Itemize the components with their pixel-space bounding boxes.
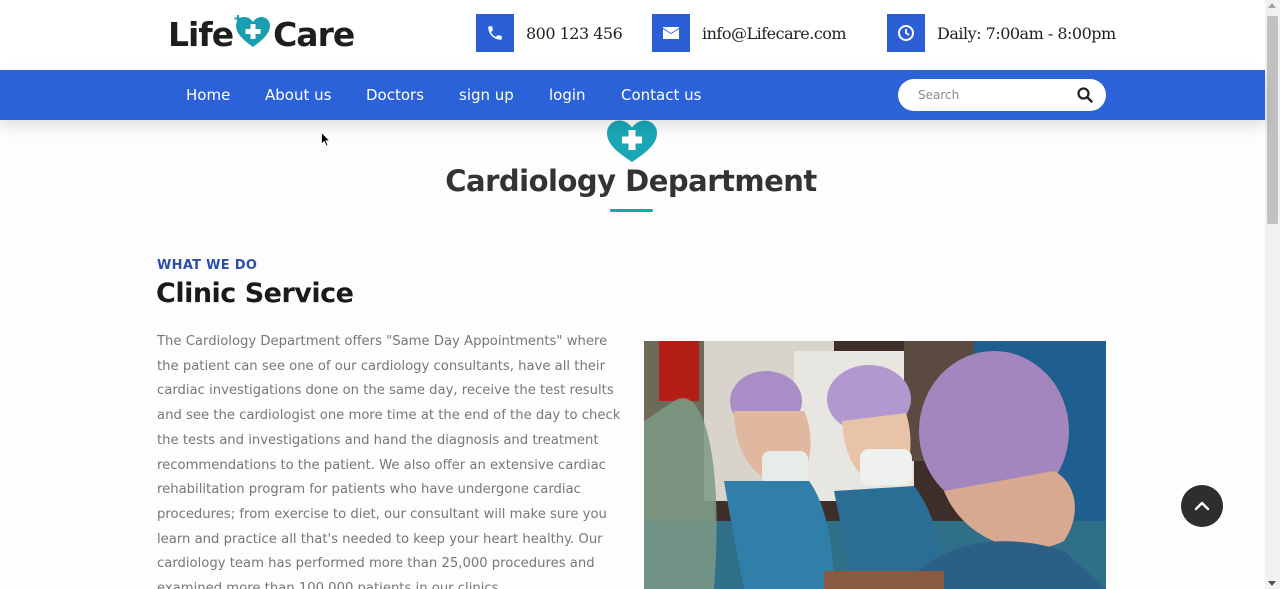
section-title: Clinic Service (156, 278, 354, 309)
mouse-cursor-icon (321, 132, 331, 147)
logo-text-life: Life (168, 14, 234, 54)
surgery-photo (644, 341, 1106, 589)
main-navigation: Home About us Doctors sign up login Cont… (0, 70, 1265, 120)
chevron-up-icon (1194, 501, 1210, 511)
opening-hours: Daily: 7:00am - 8:00pm (937, 23, 1116, 43)
search-icon[interactable] (1077, 87, 1093, 103)
scroll-up-arrow-icon[interactable] (1268, 3, 1276, 8)
heart-plus-logo-icon (234, 15, 271, 47)
scroll-down-arrow-icon[interactable] (1268, 581, 1276, 586)
back-to-top-button[interactable] (1181, 485, 1223, 527)
page-scrollbar[interactable] (1265, 0, 1280, 589)
search-box (898, 79, 1106, 111)
section-eyebrow: WHAT WE DO (157, 258, 258, 273)
logo[interactable]: Life Care (168, 14, 355, 54)
contact-email[interactable]: info@Lifecare.com (652, 14, 847, 52)
title-underline (610, 209, 653, 212)
clock-icon (887, 14, 925, 52)
contact-hours: Daily: 7:00am - 8:00pm (887, 14, 1116, 52)
email-address: info@Lifecare.com (702, 23, 847, 43)
scrollbar-thumb[interactable] (1267, 16, 1278, 224)
top-header: Life Care 800 123 456 info@Lifecare.com … (0, 0, 1265, 70)
logo-text-care: Care (273, 14, 355, 54)
phone-icon (476, 14, 514, 52)
nav-contact-us[interactable]: Contact us (621, 70, 701, 120)
envelope-icon (652, 14, 690, 52)
nav-sign-up[interactable]: sign up (459, 70, 514, 120)
page-title: Cardiology Department (445, 164, 817, 198)
nav-home[interactable]: Home (186, 70, 230, 120)
nav-doctors[interactable]: Doctors (366, 70, 424, 120)
nav-login[interactable]: login (549, 70, 586, 120)
heart-plus-icon (607, 120, 657, 162)
phone-number: 800 123 456 (526, 23, 623, 43)
search-input[interactable] (918, 79, 1068, 111)
nav-about-us[interactable]: About us (265, 70, 331, 120)
contact-phone[interactable]: 800 123 456 (476, 14, 623, 52)
section-paragraph: The Cardiology Department offers "Same D… (157, 334, 621, 589)
